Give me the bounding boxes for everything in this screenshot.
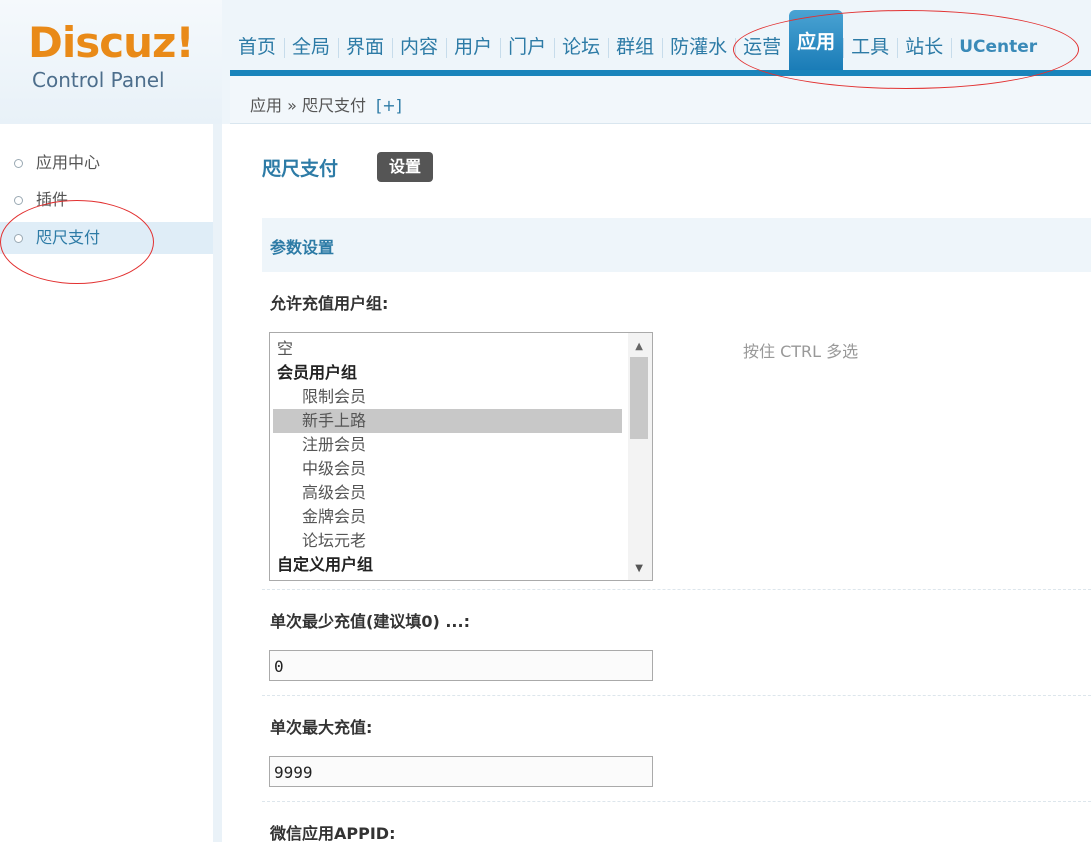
divider: [262, 801, 1091, 802]
nav-home[interactable]: 首页: [230, 24, 284, 70]
nav-group[interactable]: 群组: [608, 24, 662, 70]
allowed-groups-label: 允许充值用户组:: [270, 294, 389, 313]
select-scrollbar[interactable]: ▲ ▼: [628, 333, 652, 580]
nav-global[interactable]: 全局: [284, 24, 338, 70]
option-forum-veteran[interactable]: 论坛元老: [270, 529, 619, 553]
wechat-appid-label: 微信应用APPID:: [270, 824, 396, 842]
scroll-thumb[interactable]: [630, 357, 648, 439]
option-gold-member[interactable]: 金牌会员: [270, 505, 619, 529]
breadcrumb: 应用 » 咫尺支付 [+]: [250, 92, 402, 116]
sidebar: 应用中心 插件 咫尺支付: [0, 124, 222, 842]
nav-apps[interactable]: 应用: [789, 10, 844, 70]
optgroup-members: 会员用户组: [277, 363, 358, 382]
scroll-up-icon[interactable]: ▲: [635, 341, 643, 352]
sidebar-item-zhichi-pay[interactable]: 咫尺支付: [0, 222, 213, 254]
top-navigation: 首页 全局 界面 内容 用户 门户 论坛 群组 防灌水 运营 应用 工具 站长 …: [230, 10, 1091, 70]
nav-antispam[interactable]: 防灌水: [662, 24, 735, 70]
user-group-multiselect[interactable]: 空 会员用户组 限制会员 新手上路 注册会员 中级会员 高级会员 金牌会员 论坛…: [269, 332, 653, 581]
multiselect-hint: 按住 CTRL 多选: [743, 342, 859, 361]
logo[interactable]: Discuz! Control Panel: [0, 0, 222, 124]
nav-founder[interactable]: 站长: [897, 24, 951, 70]
nav-tools[interactable]: 工具: [843, 24, 897, 70]
breadcrumb-bar: 应用 » 咫尺支付 [+]: [230, 76, 1091, 124]
nav-operation[interactable]: 运营: [735, 24, 789, 70]
option-restricted-member[interactable]: 限制会员: [270, 385, 619, 409]
divider: [262, 695, 1091, 696]
max-recharge-input[interactable]: 9999: [269, 756, 653, 787]
sidebar-item-label: 应用中心: [36, 153, 101, 172]
nav-portal[interactable]: 门户: [500, 24, 554, 70]
bullet-icon: [14, 196, 23, 205]
optgroup-custom: 自定义用户组: [277, 555, 374, 574]
page-title: 咫尺支付: [262, 158, 339, 180]
logo-subtitle: Control Panel: [32, 68, 165, 92]
nav-content[interactable]: 内容: [392, 24, 446, 70]
nav-forum[interactable]: 论坛: [554, 24, 608, 70]
divider: [262, 589, 1091, 590]
min-recharge-label: 单次最少充值(建议填0) ...:: [270, 612, 470, 631]
section-header: 参数设置: [262, 218, 1091, 272]
bullet-icon: [14, 159, 23, 168]
option-list: 空 会员用户组 限制会员 新手上路 注册会员 中级会员 高级会员 金牌会员 论坛…: [270, 333, 652, 577]
max-recharge-label: 单次最大充值:: [270, 718, 373, 737]
sidebar-item-app-center[interactable]: 应用中心: [0, 147, 213, 179]
option-empty[interactable]: 空: [270, 337, 619, 361]
sidebar-item-label: 插件: [36, 190, 69, 209]
option-senior-member[interactable]: 高级会员: [270, 481, 619, 505]
nav-style[interactable]: 界面: [338, 24, 392, 70]
tab-settings[interactable]: 设置: [377, 152, 434, 182]
option-newbie[interactable]: 新手上路: [273, 409, 622, 433]
sidebar-item-label: 咫尺支付: [36, 228, 101, 247]
min-recharge-input[interactable]: 0: [269, 650, 653, 681]
logo-brand: Discuz!: [28, 18, 195, 67]
breadcrumb-path: 应用 » 咫尺支付: [250, 96, 366, 115]
sidebar-item-plugins[interactable]: 插件: [0, 184, 213, 216]
header: Discuz! Control Panel 首页 全局 界面 内容 用户 门户 …: [0, 0, 1091, 124]
scroll-down-icon[interactable]: ▼: [635, 563, 643, 574]
nav-ucenter[interactable]: UCenter: [951, 24, 1045, 70]
bullet-icon: [14, 234, 23, 243]
option-intermediate-member[interactable]: 中级会员: [270, 457, 619, 481]
section-title: 参数设置: [270, 238, 335, 257]
main-content: 咫尺支付 设置 参数设置 允许充值用户组: 空 会员用户组 限制会员 新手上路 …: [231, 124, 1091, 842]
nav-user[interactable]: 用户: [446, 24, 500, 70]
add-shortcut-button[interactable]: [+]: [376, 96, 402, 115]
option-registered-member[interactable]: 注册会员: [270, 433, 619, 457]
